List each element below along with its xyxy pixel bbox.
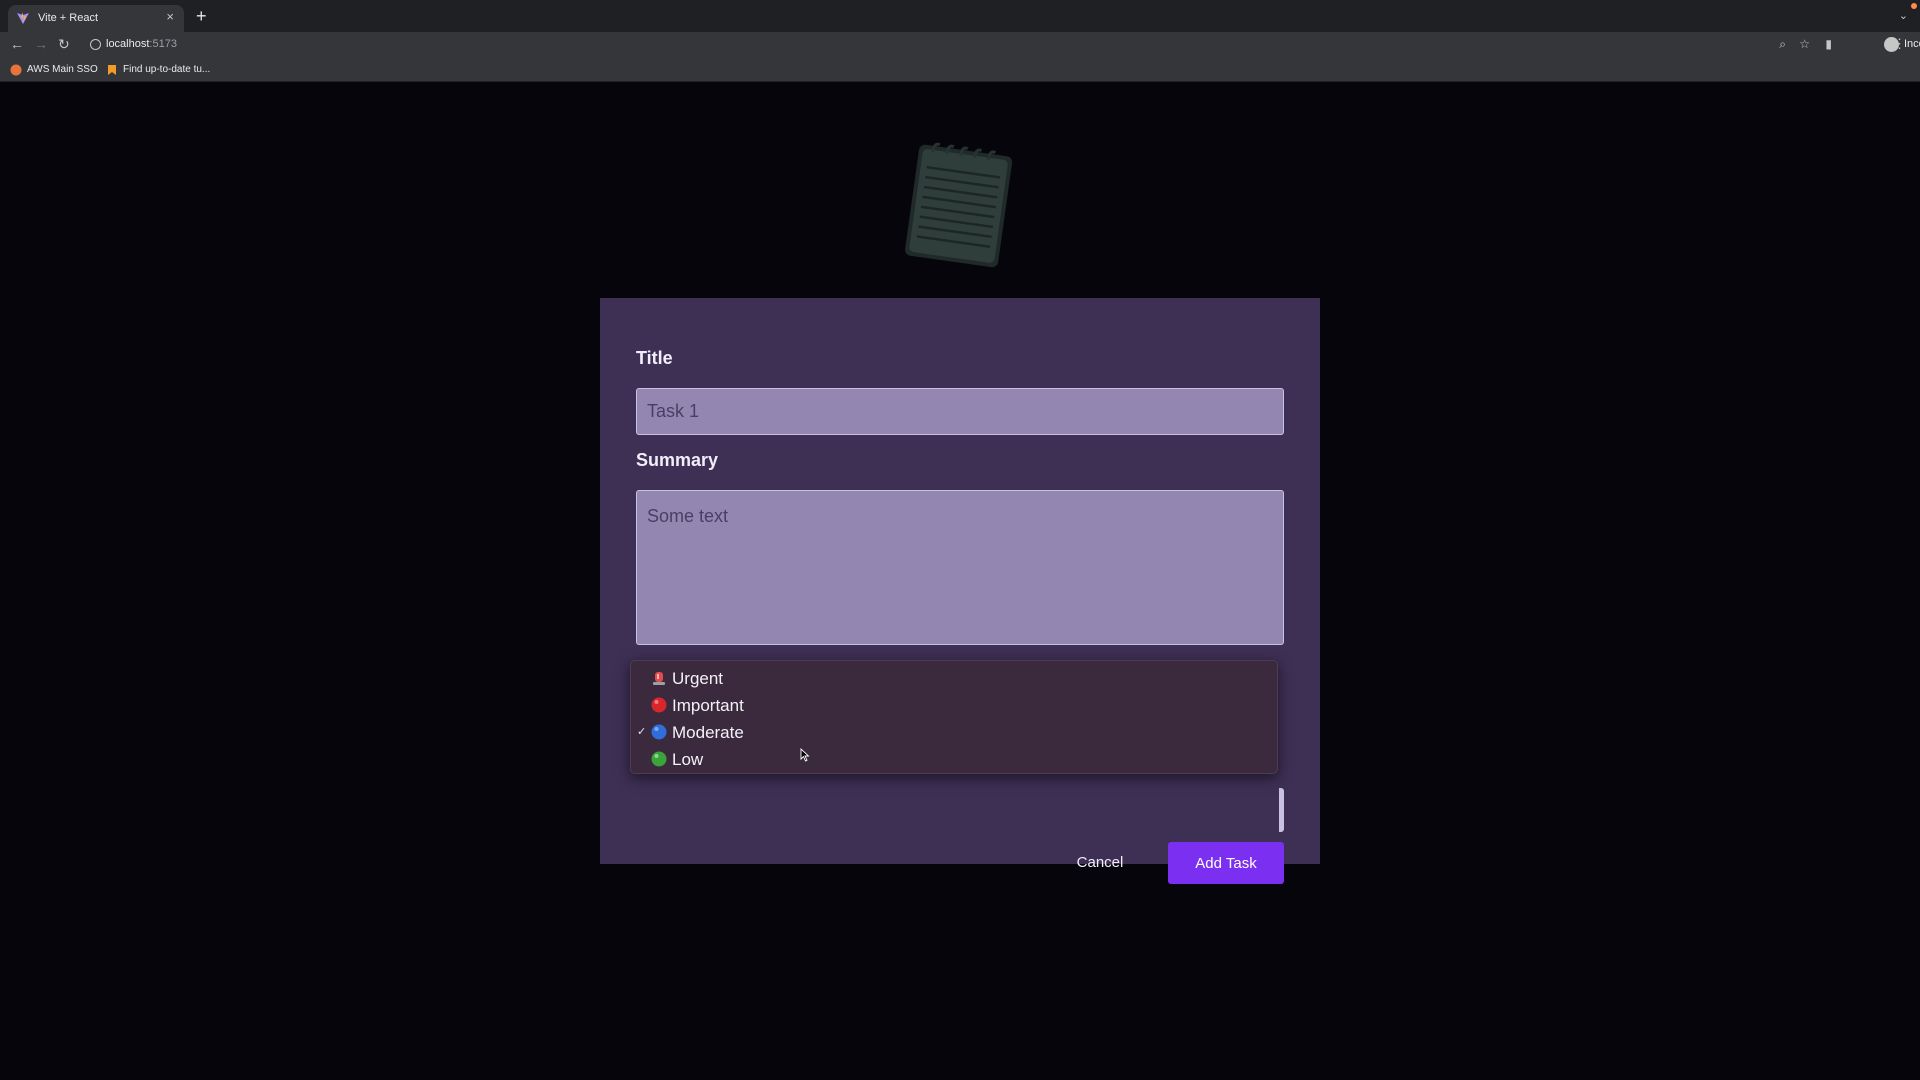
priority-option-moderate[interactable]: ✓ Moderate [631,719,1277,746]
bookmark-aws-main-sso[interactable]: AWS Main SSO [10,63,98,77]
zoom-icon[interactable]: ⌕ [1779,37,1786,51]
close-icon[interactable]: × [166,10,174,24]
info-icon[interactable] [90,39,101,50]
recording-indicator [1911,3,1917,9]
title-label: Title [636,348,673,368]
priority-option-low[interactable]: Low [631,746,1277,773]
vite-logo-icon [17,12,29,24]
summary-label: Summary [636,450,719,470]
red-circle-icon [651,697,667,713]
summary-textarea[interactable]: Some text [636,490,1284,645]
url-text: localhost:5173 [106,38,177,50]
profile-label: Incognito [1904,38,1920,50]
rotating-light-icon [653,672,665,685]
chevron-down-icon[interactable]: ⌄ [1899,9,1908,22]
blue-circle-icon [651,724,667,740]
browser-tabstrip: Vite + React × + ⌄ [0,0,1920,32]
forward-icon[interactable]: → [34,36,48,52]
priority-option-urgent[interactable]: Urgent [631,665,1277,692]
notepad-icon [905,142,1013,268]
star-icon[interactable]: ☆ [1799,37,1810,51]
mouse-cursor-icon [800,748,810,762]
title-input[interactable] [636,388,1284,435]
tab-title: Vite + React [38,12,99,24]
priority-option-important[interactable]: Important [631,692,1277,719]
bookmarks-bar: AWS Main SSO Find up-to-date tu... [0,58,1920,82]
cancel-button[interactable]: Cancel [1060,842,1140,882]
side-panel-icon[interactable]: ▮ [1825,37,1832,51]
priority-select[interactable] [1279,788,1284,832]
reload-icon[interactable]: ↻ [58,36,70,52]
browser-tab[interactable]: Vite + React × [8,5,184,32]
new-tab-icon[interactable]: + [196,7,207,25]
bookmark-find-up-to-date[interactable]: Find up-to-date tu... [106,63,216,77]
green-circle-icon [651,751,667,767]
address-bar[interactable]: localhost:5173 [84,34,1764,56]
add-task-button[interactable]: Add Task [1168,842,1284,884]
back-icon[interactable]: ← [10,36,24,52]
page-content: Title Summary Some text Cancel Add Task … [0,82,1920,1080]
more-menu-icon[interactable]: ⋮ [1893,36,1906,52]
checkmark-icon: ✓ [637,726,647,738]
bookmark-flag-icon [108,65,116,75]
aws-icon [10,64,22,76]
browser-toolbar: ← → ↻ localhost:5173 ⌕ ☆ ▮ Incognito ⋮ [0,32,1920,58]
priority-dropdown-list: Urgent Important ✓ Moderate Low [630,660,1278,774]
add-task-modal: Title Summary Some text Cancel Add Task [600,298,1320,884]
